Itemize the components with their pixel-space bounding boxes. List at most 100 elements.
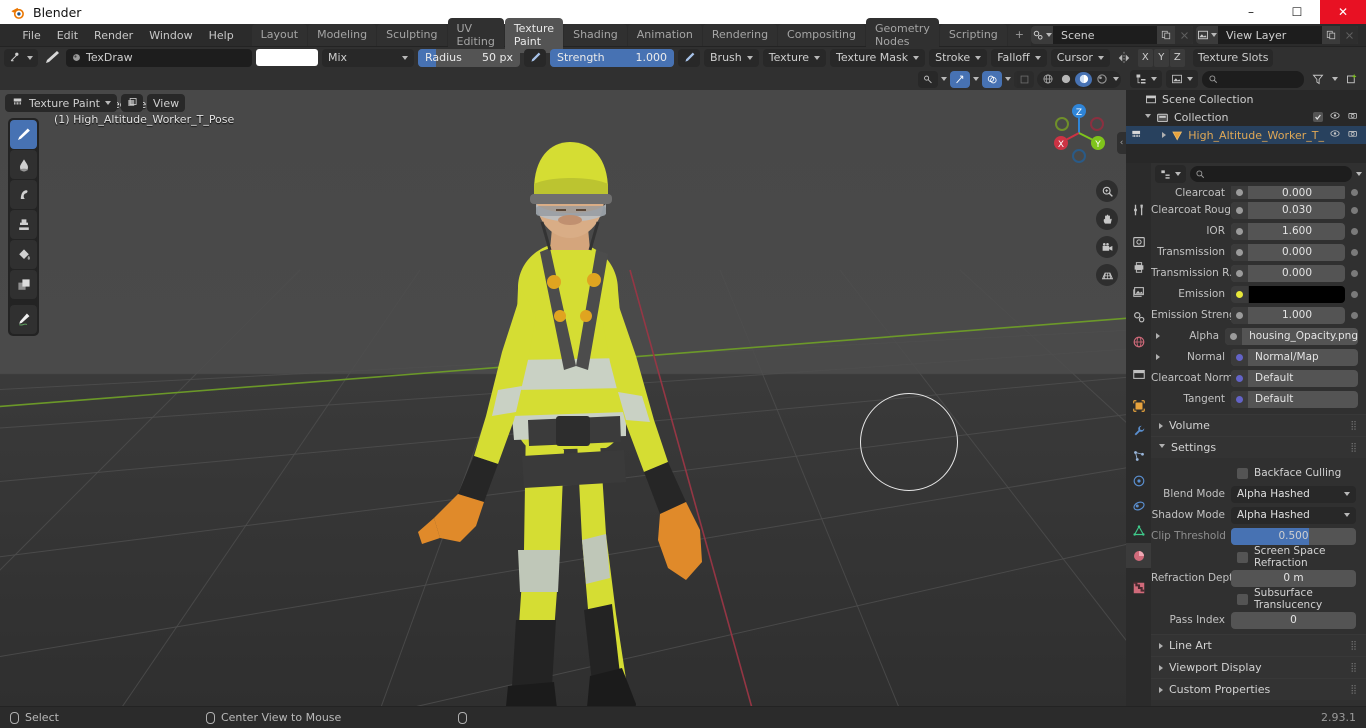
view-layer-name[interactable]: View Layer [1218,26,1322,44]
soften-tool-button[interactable] [10,150,37,179]
properties-context-menu[interactable] [1155,165,1186,183]
scene-name[interactable]: Scene [1053,26,1157,44]
xray-toggle[interactable] [950,70,970,88]
workspace-tab-rendering[interactable]: Rendering [702,24,778,46]
properties-tab-texture[interactable] [1126,575,1151,600]
workspace-tab-texture-paint[interactable]: Texture Paint [504,17,564,53]
field-value-box[interactable] [1231,285,1345,303]
panel-settings[interactable]: Settings ⣿ [1151,436,1366,458]
properties-search-input[interactable] [1190,166,1352,182]
properties-tab-tool[interactable] [1126,197,1151,222]
screen-space-refraction-checkbox[interactable] [1237,551,1248,563]
animate-dot[interactable] [1351,227,1358,235]
eye-icon[interactable] [1329,110,1341,124]
properties-tab-render[interactable] [1126,229,1151,254]
pass-index-field[interactable]: 0 [1231,611,1356,629]
expand-normal-icon[interactable] [1151,354,1165,360]
texture-mask-menu[interactable]: Texture Mask [830,48,926,67]
workspace-tab-animation[interactable]: Animation [627,24,702,46]
camera-icon[interactable] [1347,110,1359,124]
strength-pressure-toggle[interactable] [678,48,700,67]
panel-viewport-display[interactable]: Viewport Display ⣿ [1151,656,1366,678]
properties-tab-output[interactable] [1126,254,1151,279]
field-clearcoat[interactable]: Clearcoat 0.000 [1151,186,1362,199]
animate-dot[interactable] [1351,290,1358,298]
field-tangent[interactable]: Tangent Default [1151,389,1362,409]
shadow-mode-row[interactable]: Shadow Mode Alpha Hashed [1151,505,1360,525]
properties-tab-data[interactable] [1126,518,1151,543]
collection-checkbox[interactable] [1313,112,1323,122]
panel-volume[interactable]: Volume ⣿ [1151,414,1366,436]
workspace-tab-scripting[interactable]: Scripting [939,24,1007,46]
scene-copy-button[interactable] [1157,26,1175,44]
field-clearcoat-normal[interactable]: Clearcoat Normal Default [1151,368,1362,388]
overlays-toggle[interactable] [982,70,1002,88]
view-menu[interactable]: View [146,94,186,112]
field-value-box[interactable]: Default [1231,390,1358,408]
field-value-box[interactable]: Normal/Map [1231,348,1358,366]
properties-tab-modifiers[interactable] [1126,418,1151,443]
blend-mode-row[interactable]: Blend Mode Alpha Hashed [1151,484,1360,504]
field-value-box[interactable]: housing_Opacity.png [1225,327,1358,345]
field-alpha[interactable]: Alpha housing_Opacity.png [1151,326,1362,346]
outliner-filter-button[interactable] [1308,73,1328,85]
strength-slider[interactable]: Strength 1.000 [550,48,674,67]
workspace-tab-layout[interactable]: Layout [251,24,308,46]
properties-header-caret[interactable] [1356,172,1362,176]
subsurface-translucency-row[interactable]: Subsurface Translucency [1151,587,1360,611]
refraction-depth-row[interactable]: Refraction Depth 0 m [1151,568,1360,588]
outliner-filter-id[interactable] [1166,70,1198,88]
field-emission-strength[interactable]: Emission Streng... 1.000 [1151,305,1362,325]
texture-slots-button[interactable]: Texture Slots [1192,48,1274,67]
properties-tab-material[interactable] [1126,543,1151,568]
viewport-canvas[interactable]: Texture Paint View User Perspective (1) … [0,90,1126,706]
refraction-depth-field[interactable]: 0 m [1231,569,1356,587]
texture-menu[interactable]: Texture [762,48,827,67]
workspace-tab-compositing[interactable]: Compositing [778,24,865,46]
menu-file[interactable]: File [14,26,48,45]
menu-edit[interactable]: Edit [49,26,86,45]
symmetry-y-toggle[interactable]: Y [1153,48,1169,67]
eye-icon[interactable] [1329,128,1341,142]
draw-tool-button[interactable] [10,120,37,149]
outliner-row-collection[interactable]: Collection [1126,108,1366,126]
workspace-tab-geometry-nodes[interactable]: Geometry Nodes [866,17,939,53]
menu-render[interactable]: Render [86,26,141,45]
properties-tab-particles[interactable] [1126,443,1151,468]
outliner-display-mode[interactable] [1130,70,1162,88]
grid-icon[interactable] [1096,264,1118,286]
expand-alpha-icon[interactable] [1151,333,1165,339]
backface-culling-row[interactable]: Backface Culling [1151,463,1360,483]
properties-tab-collection[interactable] [1126,361,1151,386]
camera-icon[interactable] [1096,236,1118,258]
workspace-tab-uv-editing[interactable]: UV Editing [447,17,504,53]
hand-icon[interactable] [1096,208,1118,230]
radius-pressure-toggle[interactable] [524,48,546,67]
gizmo-toggle[interactable] [1014,70,1034,88]
field-emission[interactable]: Emission [1151,284,1362,304]
mask-tool-button[interactable] [10,270,37,299]
symmetry-z-toggle[interactable]: Z [1169,48,1185,67]
zoom-icon[interactable] [1096,180,1118,202]
shadow-mode-dropdown[interactable]: Alpha Hashed [1231,506,1356,524]
visibility-dropdown[interactable] [918,70,938,88]
smear-tool-button[interactable] [10,180,37,209]
object-mode-button[interactable] [120,94,143,112]
subsurface-translucency-checkbox[interactable] [1237,593,1248,605]
properties-tab-constraints[interactable] [1126,493,1151,518]
clip-threshold-slider[interactable]: 0.500 [1231,527,1356,545]
animate-dot[interactable] [1351,269,1358,277]
pass-index-row[interactable]: Pass Index 0 [1151,610,1360,630]
expand-object-icon[interactable] [1161,132,1166,138]
brush-menu[interactable]: Brush [704,48,759,67]
field-value-box[interactable]: Default [1231,369,1358,387]
maximize-button[interactable]: ☐ [1274,0,1320,24]
brush-color-swatch[interactable] [256,49,318,66]
screen-space-refraction-row[interactable]: Screen Space Refraction [1151,545,1360,569]
workspace-tab-sculpting[interactable]: Sculpting [377,24,447,46]
field-value-box[interactable]: 0.000 [1231,186,1345,199]
workspace-tab-modeling[interactable]: Modeling [308,24,377,46]
field-value-box[interactable]: 0.030 [1231,201,1345,219]
annotate-tool-button[interactable] [10,305,37,334]
properties-tab-object[interactable] [1126,393,1151,418]
